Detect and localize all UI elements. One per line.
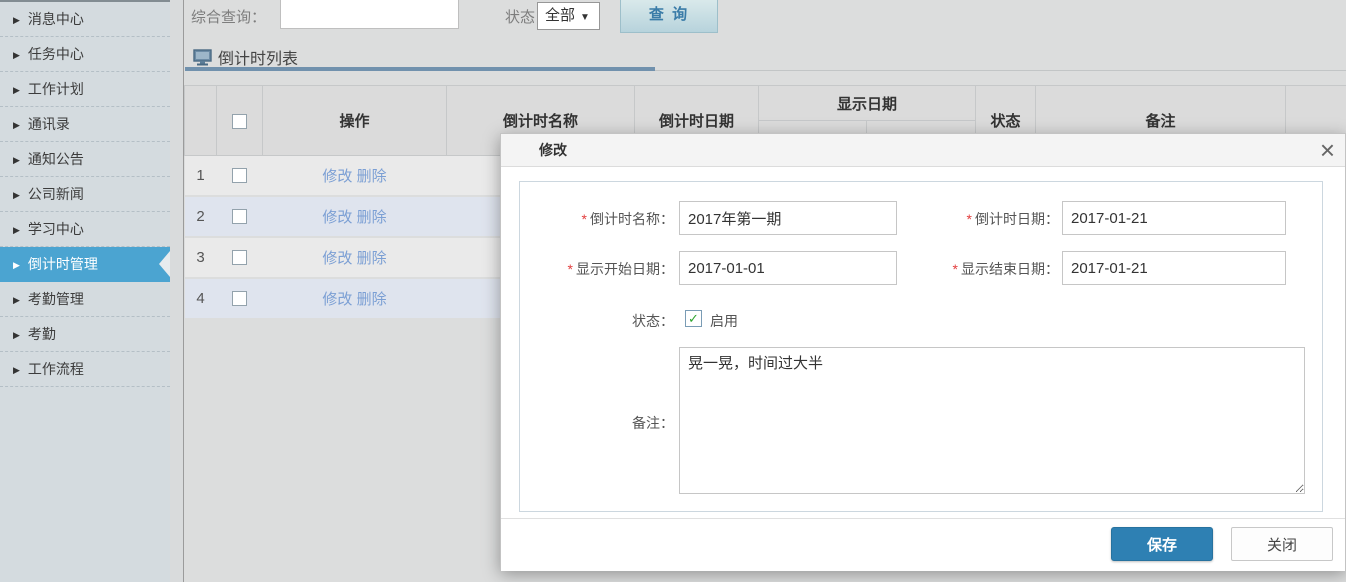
enabled-checkbox-label: 启用	[710, 311, 738, 331]
dropdown-arrow-icon: ▼	[580, 12, 590, 23]
search-toolbar: 综合查询： 状态： 全部▼ 查 询	[185, 0, 1346, 36]
sidebar-item-label: 工作流程	[28, 361, 84, 377]
sidebar-item-attendance[interactable]: ▶ 考勤	[0, 317, 170, 352]
sidebar-item-attendance-mgmt[interactable]: ▶ 考勤管理	[0, 282, 170, 317]
delete-link[interactable]: 删除	[357, 209, 387, 226]
sidebar-item-label: 考勤管理	[28, 291, 84, 307]
countdown-name-label: *倒计时名称：	[520, 209, 674, 229]
countdown-date-input[interactable]	[1062, 201, 1286, 235]
row-checkbox[interactable]	[232, 209, 247, 224]
required-mark: *	[582, 211, 587, 227]
sidebar-item-notices[interactable]: ▶ 通知公告	[0, 142, 170, 177]
edit-link[interactable]: 修改	[322, 168, 352, 185]
required-mark: *	[953, 261, 958, 277]
sidebar-item-countdown-mgmt[interactable]: ▶ 倒计时管理	[0, 247, 170, 282]
query-label: 综合查询：	[191, 6, 266, 27]
sidebar-item-label: 学习中心	[28, 221, 84, 237]
countdown-date-label: *倒计时日期：	[905, 209, 1059, 229]
sidebar: ▶ 消息中心 ▶ 任务中心 ▶ 工作计划 ▶ 通讯录 ▶ 通知公告 ▶ 公司新闻 ▶ 学习中心…	[0, 0, 170, 582]
status-select[interactable]: 全部 ▼	[537, 2, 600, 30]
required-mark: *	[568, 261, 573, 277]
close-button[interactable]: 关闭	[1231, 527, 1333, 561]
display-start-input[interactable]	[679, 251, 897, 285]
sidebar-item-label: 任务中心	[28, 46, 84, 62]
arrow-right-icon: ▶	[13, 50, 20, 60]
delete-link[interactable]: 删除	[357, 250, 387, 267]
row-number: 4	[185, 279, 217, 318]
close-icon[interactable]: ×	[1320, 135, 1335, 165]
arrow-right-icon: ▶	[13, 260, 20, 270]
select-all-checkbox[interactable]	[232, 114, 247, 129]
status-field-label: 状态：	[520, 311, 674, 331]
save-button[interactable]: 保存	[1111, 527, 1213, 561]
sidebar-item-label: 考勤	[28, 326, 56, 342]
title-underline	[185, 67, 655, 71]
search-button[interactable]: 查 询	[620, 0, 718, 33]
sidebar-divider	[170, 0, 184, 582]
row-checkbox[interactable]	[232, 291, 247, 306]
countdown-name-input[interactable]	[679, 201, 897, 235]
enabled-checkbox[interactable]: ✓	[685, 310, 702, 327]
monitor-icon	[193, 49, 212, 66]
section-title-text: 倒计时列表	[218, 51, 298, 68]
row-number: 1	[185, 156, 217, 195]
sidebar-item-workplan[interactable]: ▶ 工作计划	[0, 72, 170, 107]
arrow-right-icon: ▶	[13, 330, 20, 340]
dialog-footer: 保存 关闭	[501, 518, 1345, 571]
check-icon: ✓	[688, 311, 699, 326]
sidebar-item-tasks[interactable]: ▶ 任务中心	[0, 37, 170, 72]
arrow-right-icon: ▶	[13, 365, 20, 375]
sidebar-item-learning[interactable]: ▶ 学习中心	[0, 212, 170, 247]
edit-link[interactable]: 修改	[322, 250, 352, 267]
header-display-date: 显示日期	[759, 86, 976, 121]
arrow-right-icon: ▶	[13, 85, 20, 95]
header-operation: 操作	[263, 86, 447, 156]
sidebar-item-news[interactable]: ▶ 公司新闻	[0, 177, 170, 212]
section-title: 倒计时列表	[193, 45, 298, 67]
arrow-right-icon: ▶	[13, 295, 20, 305]
sidebar-item-label: 工作计划	[28, 81, 84, 97]
edit-dialog: 修改 × *倒计时名称： *倒计时日期： *显示开始日期： *显示结束日期： 状…	[500, 133, 1346, 570]
display-end-label: *显示结束日期：	[905, 259, 1059, 279]
row-number: 2	[185, 197, 217, 236]
sidebar-item-label: 通知公告	[28, 151, 84, 167]
remark-textarea[interactable]: 晃一晃，时间过大半	[679, 347, 1305, 494]
row-checkbox[interactable]	[232, 250, 247, 265]
arrow-right-icon: ▶	[13, 120, 20, 130]
sidebar-item-label: 倒计时管理	[28, 256, 98, 272]
status-select-value: 全部	[545, 7, 575, 24]
display-end-input[interactable]	[1062, 251, 1286, 285]
header-index	[185, 86, 217, 156]
active-notch	[159, 251, 170, 277]
delete-link[interactable]: 删除	[357, 168, 387, 185]
row-number: 3	[185, 238, 217, 277]
dialog-header: 修改 ×	[501, 134, 1345, 167]
remark-label: 备注：	[520, 413, 674, 433]
sidebar-item-label: 通讯录	[28, 116, 70, 132]
header-select-all	[217, 86, 263, 156]
sidebar-item-contacts[interactable]: ▶ 通讯录	[0, 107, 170, 142]
sidebar-item-workflow[interactable]: ▶ 工作流程	[0, 352, 170, 387]
dialog-title: 修改	[539, 134, 567, 167]
arrow-right-icon: ▶	[13, 15, 20, 25]
sidebar-item-label: 公司新闻	[28, 186, 84, 202]
row-checkbox[interactable]	[232, 168, 247, 183]
dialog-form-panel: *倒计时名称： *倒计时日期： *显示开始日期： *显示结束日期： 状态： ✓ …	[519, 181, 1323, 512]
sidebar-item-label: 消息中心	[28, 11, 84, 27]
arrow-right-icon: ▶	[13, 155, 20, 165]
delete-link[interactable]: 删除	[357, 291, 387, 308]
sidebar-item-messages[interactable]: ▶ 消息中心	[0, 2, 170, 37]
edit-link[interactable]: 修改	[322, 209, 352, 226]
arrow-right-icon: ▶	[13, 190, 20, 200]
arrow-right-icon: ▶	[13, 225, 20, 235]
edit-link[interactable]: 修改	[322, 291, 352, 308]
required-mark: *	[967, 211, 972, 227]
query-input[interactable]	[280, 0, 459, 29]
display-start-label: *显示开始日期：	[520, 259, 674, 279]
